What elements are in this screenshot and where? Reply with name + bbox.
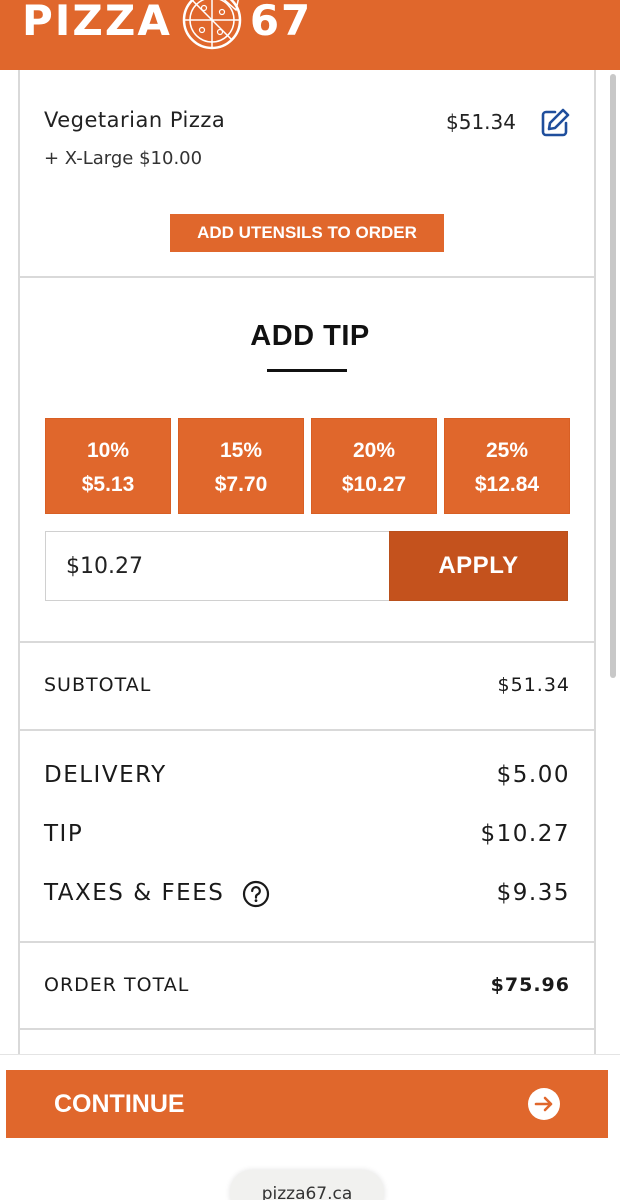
order-total-value: $75.96 [490,974,570,996]
tip-amount: $7.70 [214,473,268,496]
tip-percent: 20% [352,439,396,462]
help-icon[interactable] [242,880,270,908]
brand-name-left: PIZZA [22,0,172,45]
tip-option-25[interactable]: 25% $12.84 [444,418,570,514]
subtotal-value: $51.34 [497,674,570,696]
tip-percent: 25% [485,439,529,462]
brand-logo[interactable]: PIZZA 67 [22,0,313,50]
add-utensils-button[interactable]: ADD UTENSILS TO ORDER [170,214,444,252]
item-price: $51.34 [446,110,516,134]
order-total-label: ORDER TOTAL [44,974,190,996]
pizza-icon [182,0,242,50]
browser-url-bar[interactable]: pizza67.ca [230,1170,384,1200]
brand-name-right: 67 [249,0,313,45]
divider [18,641,596,643]
tip-percent: 15% [219,439,263,462]
divider [18,276,596,278]
delivery-value: $5.00 [496,762,570,788]
tip-option-20[interactable]: 20% $10.27 [311,418,437,514]
tip-option-10[interactable]: 10% $5.13 [45,418,171,514]
subtotal-label: SUBTOTAL [44,674,152,696]
tip-amount: $10.27 [341,473,407,496]
scrollbar[interactable] [610,74,616,678]
item-modifier: + X-Large $10.00 [44,148,203,169]
divider [18,1028,596,1030]
continue-button[interactable]: CONTINUE [6,1070,608,1138]
custom-tip-input[interactable]: $10.27 [45,531,389,601]
taxes-value: $9.35 [496,880,570,906]
edit-icon[interactable] [538,106,572,140]
tip-label: TIP [44,821,84,847]
tip-title-underline [267,369,347,372]
tip-percent: 10% [86,439,130,462]
tip-option-15[interactable]: 15% $7.70 [178,418,304,514]
tip-title: ADD TIP [250,320,370,352]
tip-amount: $5.13 [81,473,135,496]
divider [18,729,596,731]
tip-value: $10.27 [480,821,570,847]
taxes-label: TAXES & FEES [44,880,225,906]
tip-amount: $12.84 [474,473,540,496]
delivery-label: DELIVERY [44,762,167,788]
divider [18,941,596,943]
continue-label: CONTINUE [54,1089,185,1118]
site-header: PIZZA 67 [0,0,620,70]
item-name: Vegetarian Pizza [44,108,226,132]
arrow-right-icon [528,1088,560,1120]
apply-tip-button[interactable]: APPLY [389,531,568,601]
